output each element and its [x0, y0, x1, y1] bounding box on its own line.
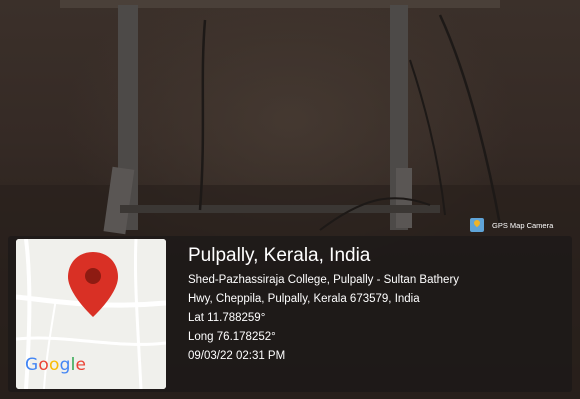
google-logo: Google: [25, 355, 87, 375]
gps-map-camera-badge: GPS Map Camera: [470, 218, 553, 232]
badge-label: GPS Map Camera: [492, 220, 554, 230]
map-thumbnail: Google: [16, 239, 166, 389]
address-line-1: Shed-Pazhassiraja College, Pulpally - Su…: [188, 274, 460, 286]
location-title: Pulpally, Kerala, India: [188, 245, 371, 266]
datetime-text: 09/03/22 02:31 PM: [188, 350, 286, 362]
longitude-text: Long 76.178252°: [188, 331, 276, 343]
location-info: Pulpally, Kerala, India Shed-Pazhassiraj…: [188, 244, 568, 366]
address-line-2: Hwy, Cheppila, Pulpally, Kerala 673579, …: [188, 293, 420, 305]
latitude-text: Lat 11.788259°: [188, 312, 266, 324]
gps-map-camera-icon: [470, 218, 484, 232]
